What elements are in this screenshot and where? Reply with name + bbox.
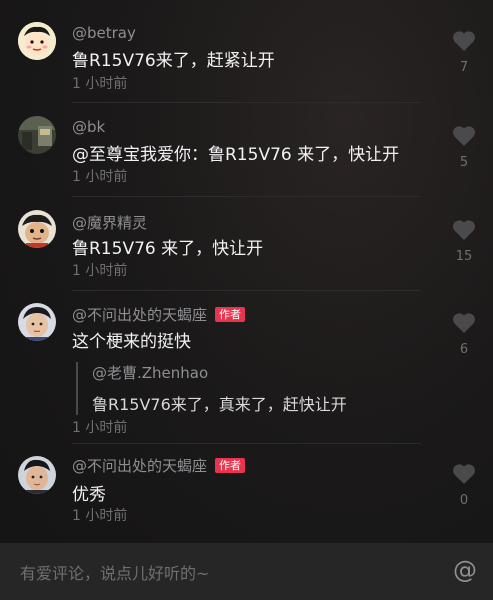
username-text[interactable]: @不问出处的天蝎座	[72, 304, 207, 325]
comment-username[interactable]: @bk	[72, 118, 105, 136]
heart-icon	[453, 220, 475, 240]
comment-time: 1 小时前	[72, 76, 128, 92]
like-count: 7	[459, 60, 469, 75]
username-text[interactable]: @betray	[72, 24, 136, 42]
comment-time: 1 小时前	[72, 420, 128, 436]
avatar[interactable]	[18, 116, 56, 154]
avatar[interactable]	[18, 303, 56, 341]
quote-text: 鲁R15V76来了，真来了，赶快让开	[92, 395, 347, 414]
divider	[72, 196, 421, 197]
comment-username[interactable]: @不问出处的天蝎座 作者	[72, 304, 246, 325]
heart-icon	[453, 464, 475, 484]
heart-icon	[453, 31, 475, 51]
comment-username[interactable]: @魔界精灵	[72, 212, 147, 233]
comment-text: @至尊宝我爱你：鲁R15V76 来了，快让开	[72, 145, 400, 165]
heart-icon	[453, 313, 475, 333]
comment-text: 优秀	[72, 485, 106, 505]
heart-icon	[453, 126, 475, 146]
comment-input-bar[interactable]: 有爱评论，说点儿好听的~ @	[0, 543, 493, 600]
comment-time: 1 小时前	[72, 169, 128, 185]
username-text[interactable]: @不问出处的天蝎座	[72, 455, 207, 476]
divider	[72, 290, 421, 291]
comment-username[interactable]: @betray	[72, 24, 136, 42]
divider	[72, 443, 421, 444]
like-count: 6	[459, 342, 469, 357]
comment-text: 鲁R15V76来了，赶紧让开	[72, 51, 275, 71]
comment-text: 这个梗来的挺快	[72, 332, 191, 352]
divider	[72, 102, 421, 103]
author-badge: 作者	[215, 307, 246, 322]
like-count: 0	[459, 493, 469, 508]
username-text[interactable]: @bk	[72, 118, 105, 136]
comment-time: 1 小时前	[72, 263, 128, 279]
like-button[interactable]: 15	[448, 219, 480, 264]
quoted-reply[interactable]: @老曹.Zhenhao 鲁R15V76来了，真来了，赶快让开	[76, 362, 347, 415]
author-badge: 作者	[215, 458, 246, 473]
like-button[interactable]: 0	[448, 463, 480, 508]
username-text[interactable]: @魔界精灵	[72, 212, 147, 233]
comment-username[interactable]: @不问出处的天蝎座 作者	[72, 455, 246, 476]
avatar[interactable]	[18, 22, 56, 60]
like-button[interactable]: 6	[448, 312, 480, 357]
avatar[interactable]	[18, 456, 56, 494]
like-button[interactable]: 5	[448, 125, 480, 170]
comment-panel: @betray 鲁R15V76来了，赶紧让开 1 小时前 7 @bk @至尊宝我…	[0, 0, 493, 600]
like-count: 15	[455, 249, 473, 264]
comment-text: 鲁R15V76 来了，快让开	[72, 239, 264, 259]
like-count: 5	[459, 155, 469, 170]
like-button[interactable]: 7	[448, 30, 480, 75]
comment-time: 1 小时前	[72, 508, 128, 524]
at-icon[interactable]: @	[452, 556, 478, 584]
comment-input[interactable]: 有爱评论，说点儿好听的~	[20, 560, 209, 584]
quote-author[interactable]: @老曹.Zhenhao	[92, 362, 347, 383]
avatar[interactable]	[18, 210, 56, 248]
